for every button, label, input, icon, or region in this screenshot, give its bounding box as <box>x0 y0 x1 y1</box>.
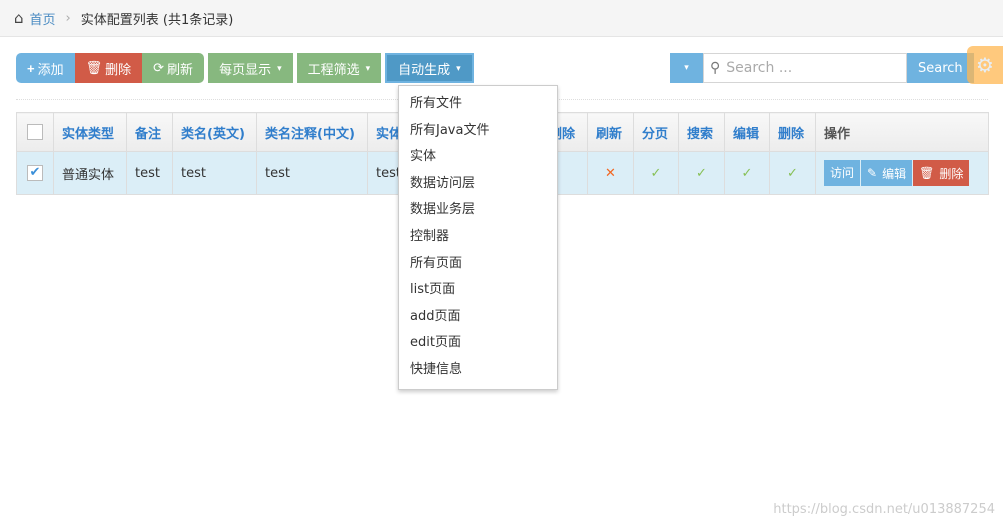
search-icon: ⚲ <box>710 60 721 76</box>
menu-item-add-page[interactable]: add页面 <box>399 304 557 331</box>
menu-item-quick-info[interactable]: 快捷信息 <box>399 357 557 384</box>
check-icon: ✓ <box>633 151 679 195</box>
trash-icon: 🗑 <box>85 60 103 75</box>
search-button[interactable]: Search <box>907 53 974 83</box>
check-icon: ✓ <box>678 151 725 195</box>
col-actions: 操作 <box>815 112 989 152</box>
refresh-icon: ⟳ <box>153 60 165 75</box>
chevron-right-icon: › <box>65 10 71 26</box>
menu-item-all-pages[interactable]: 所有页面 <box>399 251 557 278</box>
col-class-cn[interactable]: 类名注释(中文) <box>256 112 368 152</box>
chevron-down-icon: ▾ <box>277 62 282 73</box>
chevron-down-icon: ▾ <box>365 62 371 73</box>
cell-class-cn: test <box>256 151 368 195</box>
home-icon: ⌂ <box>14 9 24 27</box>
add-button[interactable]: + 添加 <box>16 53 75 83</box>
settings-gear-button[interactable]: ⚙ <box>967 46 1003 84</box>
col-edit[interactable]: 编辑 <box>724 112 770 152</box>
menu-item-dao[interactable]: 数据访问层 <box>399 171 557 198</box>
col-delete[interactable]: 删除 <box>769 112 816 152</box>
col-remark[interactable]: 备注 <box>126 112 173 152</box>
cross-icon: ✕ <box>587 151 634 195</box>
delete-button[interactable]: 🗑 删除 <box>74 53 143 83</box>
page-size-dropdown[interactable]: 每页显示 ▾ <box>208 53 293 83</box>
cell-type: 普通实体 <box>53 151 127 195</box>
row-checkbox[interactable]: ✔ <box>16 151 54 195</box>
toolbar: + 添加 🗑 删除 ⟳ 刷新 每页显示 ▾ 工程筛选 ▾ 自动生成 ▾ <box>16 53 474 83</box>
breadcrumb: ⌂ 首页 › 实体配置列表 (共1条记录) <box>0 0 1003 37</box>
menu-item-entity[interactable]: 实体 <box>399 144 557 171</box>
plus-icon: + <box>27 60 35 76</box>
breadcrumb-home-link[interactable]: 首页 <box>30 9 56 28</box>
menu-item-service[interactable]: 数据业务层 <box>399 197 557 224</box>
refresh-button[interactable]: ⟳ 刷新 <box>142 53 205 83</box>
gear-icon: ⚙ <box>976 53 994 77</box>
chevron-down-icon: ▾ <box>684 63 689 73</box>
search-input[interactable]: ⚲ Search ... <box>703 53 907 83</box>
project-filter-dropdown[interactable]: 工程筛选 ▾ <box>296 53 382 83</box>
check-icon: ✓ <box>724 151 770 195</box>
trash-icon: 🗑 <box>919 166 935 181</box>
edit-button[interactable]: ✎ 编辑 <box>861 160 913 187</box>
select-all-checkbox[interactable] <box>16 112 54 152</box>
col-entity-type[interactable]: 实体类型 <box>53 112 127 152</box>
col-search[interactable]: 搜索 <box>678 112 725 152</box>
edit-icon: ✎ <box>867 166 878 181</box>
col-refresh[interactable]: 刷新 <box>587 112 634 152</box>
auto-generate-menu: 所有文件 所有Java文件 实体 数据访问层 数据业务层 控制器 所有页面 li… <box>398 85 558 390</box>
cell-actions: 访问 ✎ 编辑 🗑 删除 <box>815 151 989 195</box>
search-bar: ▾ ⚲ Search ... Search <box>670 53 974 83</box>
search-field-dropdown[interactable]: ▾ <box>670 53 703 83</box>
menu-item-controller[interactable]: 控制器 <box>399 224 557 251</box>
chevron-down-icon: ▾ <box>456 62 461 73</box>
watermark: https://blog.csdn.net/u013887254 <box>773 502 995 517</box>
col-class-en[interactable]: 类名(英文) <box>172 112 257 152</box>
auto-generate-dropdown[interactable]: 自动生成 ▾ <box>385 53 474 83</box>
check-icon: ✓ <box>769 151 816 195</box>
menu-item-all-java[interactable]: 所有Java文件 <box>399 118 557 145</box>
visit-button[interactable]: 访问 <box>824 159 861 186</box>
col-paging[interactable]: 分页 <box>633 112 679 152</box>
menu-item-edit-page[interactable]: edit页面 <box>399 330 557 357</box>
row-delete-button[interactable]: 🗑 删除 <box>913 160 970 187</box>
cell-remark: test <box>126 151 173 195</box>
breadcrumb-current: 实体配置列表 (共1条记录) <box>80 12 234 28</box>
cell-class-en: test <box>172 151 257 195</box>
menu-item-all-files[interactable]: 所有文件 <box>399 91 557 118</box>
menu-item-list-page[interactable]: list页面 <box>399 277 557 304</box>
